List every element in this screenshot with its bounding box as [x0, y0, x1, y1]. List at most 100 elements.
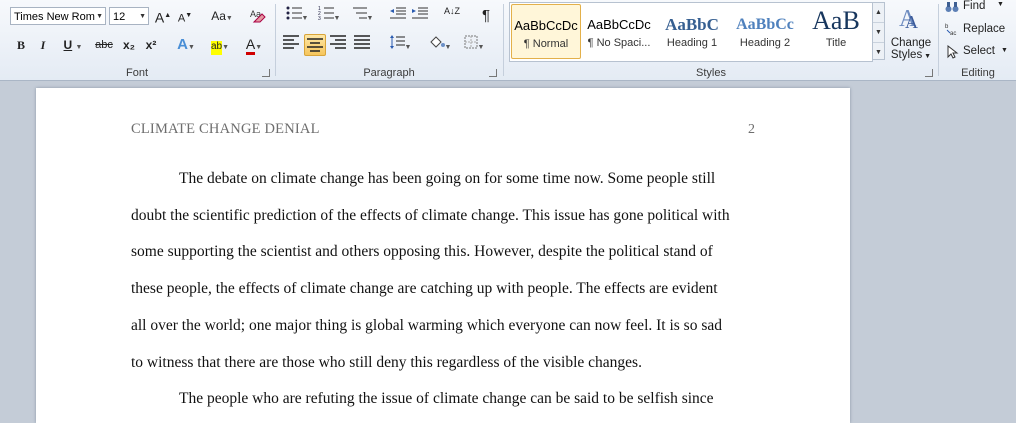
align-center-icon [307, 38, 323, 52]
grow-font-button[interactable]: A▲ [154, 6, 172, 26]
chevron-down-icon: ▼ [139, 13, 146, 20]
replace-button[interactable]: b ac Replace [945, 22, 1013, 38]
borders-icon [464, 35, 478, 49]
svg-text:b: b [945, 24, 949, 30]
replace-label: Replace [963, 23, 1006, 35]
increase-indent-icon [412, 7, 428, 19]
editing-group: Find ▼ b ac Replace Select ▼ Editing [940, 0, 1016, 80]
align-left-button[interactable] [282, 35, 300, 55]
shrink-font-button[interactable]: A▼ [176, 6, 194, 26]
align-right-icon [330, 35, 346, 49]
change-styles-label-2: Styles ▼ [890, 49, 932, 61]
shading-button[interactable]: ▼ [425, 35, 455, 55]
font-name-combo[interactable]: Times New Rom ▼ [10, 7, 106, 25]
style-name: ¶ No Spaci... [587, 37, 651, 49]
sort-button[interactable]: A↓Z [442, 6, 462, 26]
more-styles-icon[interactable]: ▼ [873, 43, 884, 62]
paint-bucket-icon [429, 36, 445, 48]
style-preview: AaBbCcDc [514, 18, 578, 33]
style-preview: AaBbCcDc [587, 17, 651, 32]
numbering-button[interactable]: 1 2 3 ▼ [314, 6, 344, 26]
styles-gallery-scrollbar[interactable]: ▲ ▼ ▼ [872, 2, 885, 60]
dialog-launcher-icon[interactable] [489, 69, 497, 77]
italic-button[interactable]: I [34, 35, 52, 55]
paragraph-line: all over the world; one major thing is g… [131, 317, 722, 334]
style-heading-2[interactable]: AaBbCc Heading 2 [730, 4, 800, 59]
styles-gallery: AaBbCcDc ¶ Normal AaBbCcDc ¶ No Spaci...… [509, 2, 873, 62]
select-button[interactable]: Select ▼ [945, 44, 1013, 60]
style-name: Heading 2 [739, 37, 791, 49]
font-size-combo[interactable]: 12 ▼ [109, 7, 149, 25]
select-label: Select [963, 45, 995, 57]
style-title[interactable]: AaB Title [801, 4, 871, 59]
justify-icon [354, 35, 370, 49]
align-center-button[interactable] [304, 34, 326, 56]
clear-formatting-button[interactable]: Aa [248, 6, 266, 26]
superscript-button[interactable]: x² [142, 35, 160, 55]
clear-formatting-icon: Aa [250, 9, 266, 23]
chevron-down-icon: ▼ [997, 1, 1004, 8]
change-styles-label-1: Change [890, 37, 932, 49]
page-number: 2 [748, 122, 755, 137]
paragraph-line: to witness that there are those who stil… [131, 354, 642, 371]
styles-group-label: Styles [696, 67, 726, 79]
editing-group-label: Editing [961, 67, 995, 79]
divider [275, 4, 276, 76]
highlight-button[interactable]: ab▼ [205, 35, 235, 55]
font-group-label: Font [125, 67, 148, 79]
divider [938, 4, 939, 76]
cursor-arrow-icon [947, 45, 959, 59]
style-heading-1[interactable]: AaBbC Heading 1 [657, 4, 727, 59]
paragraph-group-label: Paragraph [363, 67, 415, 79]
change-styles-icon: AA [899, 6, 918, 32]
style-preview: AaB [812, 6, 860, 35]
style-name: Title [825, 37, 847, 49]
show-hide-marks-button[interactable]: ¶ [477, 6, 495, 26]
paragraph-line: doubt the scientific prediction of the e… [131, 207, 730, 224]
paragraph-line: The people who are refuting the issue of… [179, 390, 714, 407]
dialog-launcher-icon[interactable] [925, 69, 933, 77]
svg-text:ac: ac [950, 31, 956, 36]
multilevel-list-button[interactable]: ▼ [347, 6, 377, 26]
style-preview: AaBbCc [736, 16, 794, 33]
underline-button[interactable]: U ▼ [58, 35, 88, 55]
bold-button[interactable]: B [12, 35, 30, 55]
style-name: Heading 1 [666, 37, 718, 49]
align-left-icon [283, 35, 299, 49]
align-right-button[interactable] [329, 35, 347, 55]
find-button[interactable]: Find ▼ [945, 0, 1013, 16]
chevron-down-icon: ▼ [96, 13, 103, 20]
style-normal[interactable]: AaBbCcDc ¶ Normal [511, 4, 581, 59]
font-size-value: 12 [113, 11, 126, 23]
dialog-launcher-icon[interactable] [262, 69, 270, 77]
svg-text:A: A [905, 12, 918, 32]
decrease-indent-button[interactable] [389, 6, 407, 26]
style-no-spacing[interactable]: AaBbCcDc ¶ No Spaci... [584, 4, 654, 59]
line-spacing-icon [389, 35, 405, 49]
bullets-button[interactable]: ▼ [282, 6, 312, 26]
header-title: CLIMATE CHANGE DENIAL [131, 121, 320, 137]
justify-button[interactable] [353, 35, 371, 55]
change-styles-button[interactable]: AA Change Styles ▼ [889, 2, 933, 62]
scroll-down-icon[interactable]: ▼ [873, 23, 884, 43]
change-case-button[interactable]: Aa▼ [208, 6, 236, 26]
borders-button[interactable]: ▼ [459, 35, 489, 55]
paragraph-line: The debate on climate change has been go… [179, 170, 716, 187]
change-case-label: Aa [211, 9, 226, 23]
chevron-down-icon: ▼ [1001, 47, 1008, 54]
subscript-button[interactable]: x₂ [120, 35, 138, 55]
numbering-icon: 123 [318, 6, 334, 22]
scroll-up-icon[interactable]: ▲ [873, 3, 884, 23]
font-group: Times New Rom ▼ 12 ▼ A▲ A▼ Aa▼ Aa B I U … [0, 0, 274, 80]
change-styles-label-text: Styles [890, 49, 923, 61]
text-effects-button[interactable]: A▼ [172, 35, 200, 55]
document-page[interactable]: CLIMATE CHANGE DENIAL 2 The debate on cl… [36, 88, 850, 423]
increase-indent-button[interactable] [411, 6, 429, 26]
binoculars-icon [945, 2, 959, 12]
font-color-label: A [245, 36, 256, 55]
style-name: ¶ Normal [523, 38, 569, 50]
strikethrough-button[interactable]: abc [95, 35, 113, 55]
line-spacing-button[interactable]: ▼ [385, 35, 415, 55]
divider [503, 4, 504, 76]
font-color-button[interactable]: A▼ [240, 35, 268, 55]
